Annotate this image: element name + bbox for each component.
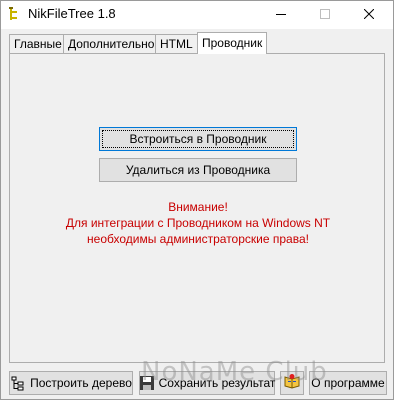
remove-explorer-button[interactable]: Удалиться из Проводника (99, 158, 297, 182)
maximize-button[interactable] (303, 1, 347, 29)
focus-ring (102, 130, 294, 148)
tab-explorer[interactable]: Проводник (197, 32, 268, 54)
maximize-icon (320, 8, 330, 22)
build-tree-button[interactable]: Построить дерево (9, 371, 133, 395)
tab-html[interactable]: HTML (155, 34, 198, 53)
warning-title: Внимание! (168, 200, 228, 214)
warning-line-2: необходимы администраторские права! (87, 232, 309, 246)
explorer-panel: Встроиться в Проводник Удалиться из Пров… (9, 53, 385, 363)
minimize-button[interactable] (259, 1, 303, 29)
close-icon (363, 8, 375, 22)
title-bar[interactable]: NikFileTree 1.8 (1, 1, 393, 29)
remove-explorer-label: Удалиться из Проводника (125, 163, 271, 177)
tree-icon (10, 375, 26, 391)
tab-main[interactable]: Главные (9, 34, 67, 53)
integrate-explorer-button[interactable]: Встроиться в Проводник (99, 127, 297, 151)
watermark: NoNaMe Club (141, 357, 328, 387)
app-window: NikFileTree 1.8 Главные Дополнительно HT… (0, 0, 394, 400)
warning-line-1: Для интеграции с Проводником на Windows … (65, 216, 331, 230)
tab-additional[interactable]: Дополнительно (63, 34, 160, 53)
build-tree-label: Построить дерево (30, 376, 132, 390)
window-title: NikFileTree 1.8 (28, 6, 116, 21)
folder-tree-icon (8, 7, 22, 21)
minimize-icon (276, 8, 286, 22)
close-button[interactable] (347, 1, 391, 29)
